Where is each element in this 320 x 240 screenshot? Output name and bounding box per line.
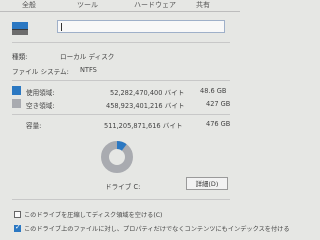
drive-letter-label: ドライブ C: [105, 183, 141, 191]
divider [12, 114, 230, 115]
disk-usage-donut-chart [101, 141, 133, 173]
drive-icon [12, 22, 28, 35]
compress-checkbox-label: このドライブを圧縮してディスク領域を空ける(C) [24, 212, 163, 219]
divider [12, 80, 230, 81]
index-drive-option[interactable]: このドライブ上のファイルに対し、プロパティだけでなくコンテンツにもインデックスを… [14, 223, 290, 233]
compress-drive-option[interactable]: このドライブを圧縮してディスク領域を空ける(C) [14, 210, 162, 219]
index-checkbox[interactable] [14, 223, 21, 232]
tab-hardware[interactable]: ハードウェア [134, 0, 176, 10]
free-space-size: 427 GB [206, 100, 231, 108]
capacity-size: 476 GB [206, 120, 231, 128]
compress-checkbox[interactable] [14, 211, 21, 218]
used-space-swatch [12, 86, 21, 95]
tab-underline [0, 11, 240, 12]
disk-cleanup-button[interactable]: 詳細(D) [186, 177, 228, 190]
tab-general[interactable]: 全般 [22, 0, 36, 10]
free-space-swatch [12, 99, 21, 108]
filesystem-label: ファイル システム: [12, 68, 69, 76]
tab-sharing[interactable]: 共有 [196, 0, 210, 10]
used-space-size: 48.6 GB [200, 87, 227, 95]
text-caret [61, 23, 62, 31]
used-space-bytes: 52,282,470,400 バイト [110, 89, 185, 97]
drive-name-input[interactable] [57, 20, 225, 33]
index-checkbox-label: このドライブ上のファイルに対し、プロパティだけでなくコンテンツにもインデックスを… [24, 226, 290, 233]
free-space-bytes: 458,923,401,216 バイト [106, 102, 185, 110]
type-value: ローカル ディスク [60, 53, 115, 61]
free-space-label: 空き領域: [26, 102, 55, 110]
filesystem-value: NTFS [80, 66, 97, 74]
type-label: 種類: [12, 53, 28, 61]
divider [12, 42, 230, 43]
tab-tools[interactable]: ツール [77, 0, 98, 10]
divider [12, 199, 230, 200]
used-space-label: 使用領域: [26, 89, 55, 97]
capacity-label: 容量: [26, 122, 42, 130]
capacity-bytes: 511,205,871,616 バイト [104, 122, 183, 130]
